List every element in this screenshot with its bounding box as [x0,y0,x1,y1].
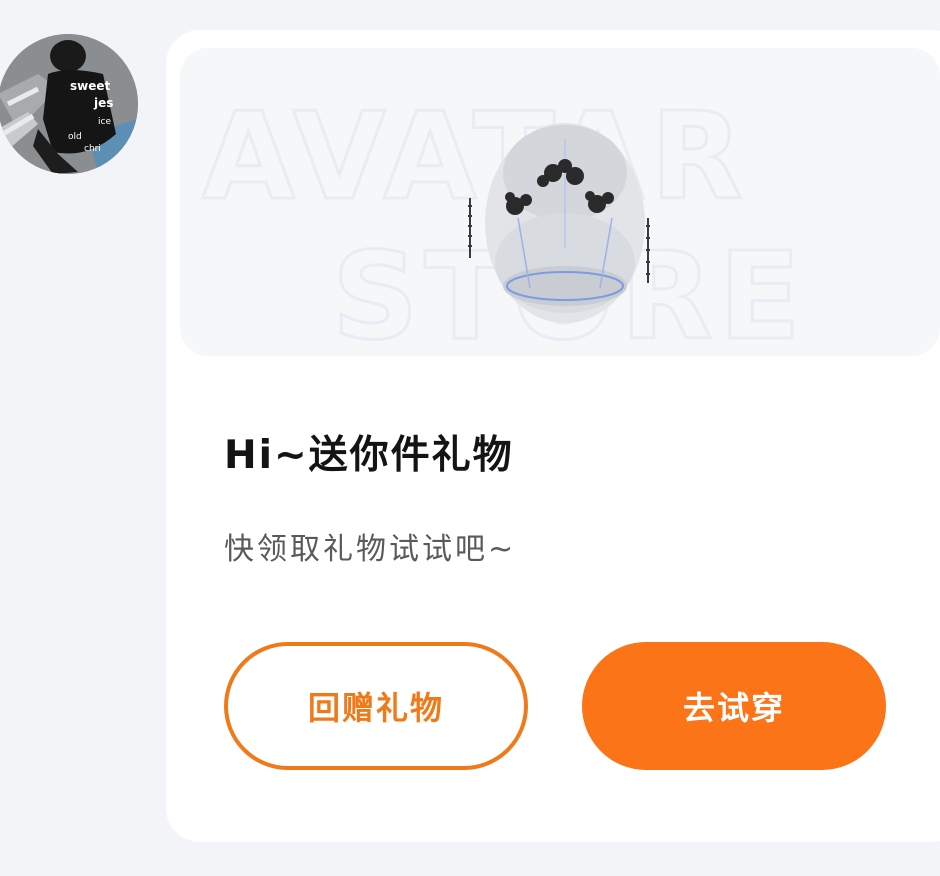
message-subtitle: 快领取礼物试试吧~ [224,532,517,567]
try-on-button[interactable]: 去试穿 [582,642,886,770]
gift-banner[interactable]: AVATAR STORE [180,48,940,356]
message-title: Hi~送你件礼物 [224,433,514,478]
banner-watermark-top: AVATAR [202,88,749,227]
shirt-text-5: chri [84,144,101,154]
sender-avatar[interactable]: sweet jes ice old chri [0,34,138,174]
gift-back-button[interactable]: 回赠礼物 [224,642,528,770]
shirt-text-2: jes [93,96,113,110]
shirt-text-1: sweet [70,79,111,93]
shirt-text-3: ice [98,117,111,127]
gift-message-card: AVATAR STORE [166,30,940,842]
shirt-text-4: old [68,132,82,142]
